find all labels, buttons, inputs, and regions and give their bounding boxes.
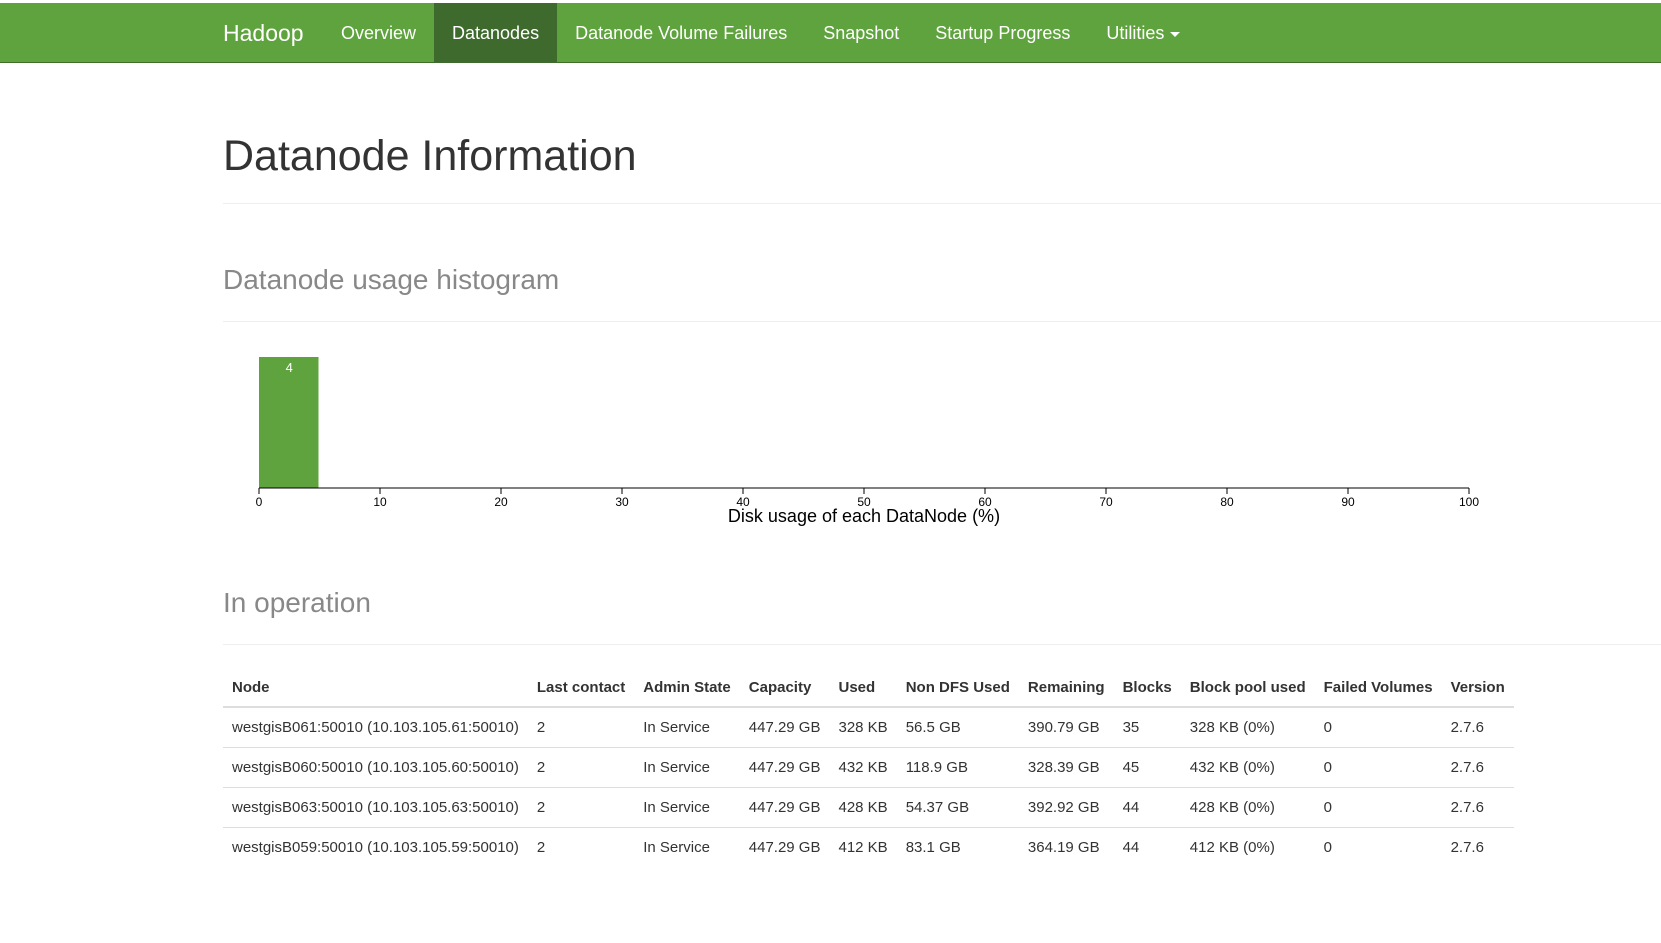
usage-histogram-chart: 40 10 20 30 40 50 60 70 80 90 100Disk usage of eac…: [256, 357, 1479, 526]
nav-datanodes[interactable]: Datanodes: [434, 3, 558, 63]
datanode-table: Node Last contact Admin State Capacity Used N…: [223, 668, 1514, 867]
table-header-row: Node Last contact Admin State Capacity Used N…: [223, 668, 1514, 708]
cell-block-pool-used: 412 KB (0%): [1180, 827, 1315, 867]
x-tick-label: 80: [1220, 495, 1234, 509]
column-header-block-pool-used: Block pool used: [1180, 668, 1315, 708]
cell-last-contact: 2: [527, 747, 635, 788]
cell-last-contact: 2: [527, 706, 635, 748]
nav-utilities-label: Utilities: [1106, 23, 1165, 43]
cell-remaining: 390.79 GB: [1018, 706, 1114, 748]
x-tick-label: 30: [615, 495, 629, 509]
cell-failed-volumes: 0: [1314, 747, 1442, 788]
page-title: Datanode Information: [223, 132, 637, 180]
table-row: westgisB060:50010 (10.103.105.60:50010) 2…: [223, 747, 1514, 788]
column-header-last-contact: Last contact: [527, 668, 635, 708]
cell-node: westgisB060:50010 (10.103.105.60:50010): [223, 747, 528, 788]
column-header-blocks: Blocks: [1113, 668, 1181, 708]
column-header-version: Version: [1441, 668, 1514, 708]
cell-used: 328 KB: [829, 706, 897, 748]
cell-capacity: 447.29 GB: [739, 827, 830, 867]
x-tick-label: 90: [1341, 495, 1355, 509]
cell-remaining: 364.19 GB: [1018, 827, 1114, 867]
cell-blocks: 44: [1113, 787, 1181, 828]
column-header-failed-volumes: Failed Volumes: [1314, 668, 1442, 708]
cell-capacity: 447.29 GB: [739, 747, 830, 788]
cell-block-pool-used: 428 KB (0%): [1180, 787, 1315, 828]
cell-admin-state: In Service: [634, 827, 740, 867]
cell-admin-state: In Service: [634, 787, 740, 828]
table-row: westgisB061:50010 (10.103.105.61:50010) 2…: [223, 706, 1514, 748]
cell-used: 428 KB: [829, 787, 897, 828]
x-axis-label: Disk usage of each DataNode (%): [728, 506, 1000, 526]
table-row: westgisB063:50010 (10.103.105.63:50010) 2…: [223, 787, 1514, 828]
table-body: westgisB061:50010 (10.103.105.61:50010) 2…: [223, 706, 1514, 867]
divider: [223, 644, 1661, 645]
divider: [223, 321, 1661, 322]
column-header-node: Node: [223, 668, 528, 708]
cell-block-pool-used: 328 KB (0%): [1180, 706, 1315, 748]
x-tick-label: 70: [1099, 495, 1113, 509]
caret-down-icon: [1170, 31, 1181, 37]
x-tick-label: 10: [373, 495, 387, 509]
brand-logo[interactable]: Hadoop: [223, 3, 304, 63]
column-header-non-dfs-used: Non DFS Used: [896, 668, 1019, 708]
nav-menu: Overview Datanodes Datanode Volume Failu…: [323, 3, 1198, 63]
cell-node: westgisB063:50010 (10.103.105.63:50010): [223, 787, 528, 828]
cell-remaining: 392.92 GB: [1018, 787, 1114, 828]
cell-non-dfs-used: 118.9 GB: [896, 747, 1019, 788]
cell-node: westgisB059:50010 (10.103.105.59:50010): [223, 827, 528, 867]
histogram-heading: Datanode usage histogram: [223, 264, 560, 295]
in-operation-heading: In operation: [223, 587, 371, 618]
cell-admin-state: In Service: [634, 706, 740, 748]
cell-non-dfs-used: 83.1 GB: [896, 827, 1019, 867]
cell-remaining: 328.39 GB: [1018, 747, 1114, 788]
cell-version: 2.7.6: [1441, 787, 1514, 828]
x-tick-label: 0: [256, 495, 263, 509]
cell-last-contact: 2: [527, 827, 635, 867]
cell-version: 2.7.6: [1441, 747, 1514, 788]
nav-datanode-volume-failures[interactable]: Datanode Volume Failures: [557, 3, 805, 63]
table-row: westgisB059:50010 (10.103.105.59:50010) 2…: [223, 827, 1514, 867]
cell-non-dfs-used: 56.5 GB: [896, 706, 1019, 748]
nav-startup-progress[interactable]: Startup Progress: [917, 3, 1088, 63]
histogram-bar-label: 4: [286, 360, 293, 375]
cell-blocks: 45: [1113, 747, 1181, 788]
cell-capacity: 447.29 GB: [739, 706, 830, 748]
cell-failed-volumes: 0: [1314, 706, 1442, 748]
cell-blocks: 35: [1113, 706, 1181, 748]
cell-non-dfs-used: 54.37 GB: [896, 787, 1019, 828]
cell-failed-volumes: 0: [1314, 787, 1442, 828]
cell-blocks: 44: [1113, 827, 1181, 867]
cell-used: 432 KB: [829, 747, 897, 788]
cell-version: 2.7.6: [1441, 827, 1514, 867]
histogram-bar: [259, 357, 319, 488]
cell-node: westgisB061:50010 (10.103.105.61:50010): [223, 706, 528, 748]
cell-failed-volumes: 0: [1314, 827, 1442, 867]
x-tick-label: 100: [1459, 495, 1479, 509]
column-header-admin-state: Admin State: [634, 668, 740, 708]
navbar: Hadoop Overview Datanodes Datanode Volum…: [0, 3, 1661, 63]
column-header-used: Used: [829, 668, 897, 708]
nav-overview[interactable]: Overview: [323, 3, 434, 63]
column-header-capacity: Capacity: [739, 668, 830, 708]
cell-block-pool-used: 432 KB (0%): [1180, 747, 1315, 788]
cell-used: 412 KB: [829, 827, 897, 867]
x-tick-label: 20: [494, 495, 508, 509]
nav-snapshot[interactable]: Snapshot: [805, 3, 917, 63]
divider: [223, 203, 1661, 204]
cell-version: 2.7.6: [1441, 706, 1514, 748]
column-header-remaining: Remaining: [1018, 668, 1114, 708]
cell-admin-state: In Service: [634, 747, 740, 788]
cell-capacity: 447.29 GB: [739, 787, 830, 828]
nav-utilities-dropdown[interactable]: Utilities: [1088, 3, 1198, 63]
cell-last-contact: 2: [527, 787, 635, 828]
